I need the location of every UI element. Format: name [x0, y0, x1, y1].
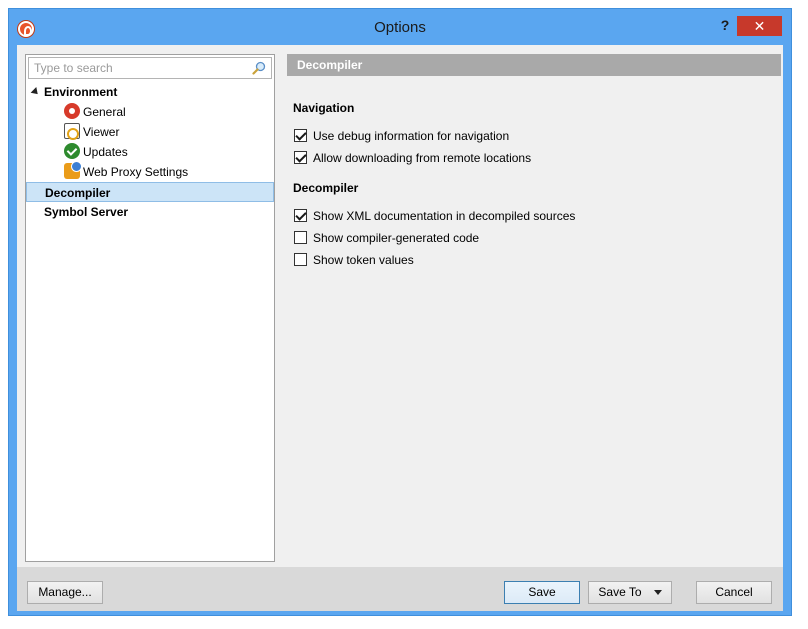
help-button[interactable]: ?: [715, 17, 735, 37]
show-token-values-option[interactable]: Show token values: [294, 252, 414, 268]
window-title: Options: [374, 19, 426, 36]
settings-panel: Decompiler Navigation Use debug informat…: [287, 54, 781, 562]
tree-node-label: Viewer: [83, 125, 120, 139]
search-box: [28, 57, 272, 79]
tree-node-decompiler[interactable]: Decompiler: [26, 182, 274, 202]
section-header: Decompiler: [287, 54, 781, 76]
use-debug-info-option[interactable]: Use debug information for navigation: [294, 128, 509, 144]
tree-node-web-proxy-settings[interactable]: Web Proxy Settings: [26, 161, 274, 182]
tree-node-symbol-server[interactable]: Symbol Server: [26, 202, 274, 222]
allow-remote-download-option[interactable]: Allow downloading from remote locations: [294, 150, 531, 166]
manage-button[interactable]: Manage...: [27, 581, 103, 604]
checkbox-label: Use debug information for navigation: [313, 129, 510, 143]
checkbox-label: Show token values: [313, 253, 414, 267]
general-settings-icon: [64, 103, 80, 119]
checkbox-label: Show compiler-generated code: [313, 231, 480, 245]
tree-node-label: Updates: [83, 145, 128, 159]
dialog-body: Environment General Viewer Updates Web P…: [17, 45, 783, 611]
viewer-icon: [64, 123, 80, 140]
show-xml-docs-option[interactable]: Show XML documentation in decompiled sou…: [294, 208, 575, 224]
decompiler-group-title: Decompiler: [293, 181, 359, 195]
close-button[interactable]: ✕: [737, 16, 782, 36]
updates-icon: [64, 143, 80, 159]
search-input[interactable]: [29, 58, 249, 78]
search-icon[interactable]: [252, 61, 266, 75]
tree-node-environment[interactable]: Environment: [26, 82, 274, 102]
options-tree-pane: Environment General Viewer Updates Web P…: [25, 54, 275, 562]
tree-node-viewer[interactable]: Viewer: [26, 122, 274, 142]
expand-triangle-icon[interactable]: [30, 87, 41, 97]
web-proxy-icon: [64, 161, 82, 179]
save-to-label: Save To: [598, 585, 642, 599]
save-button[interactable]: Save: [504, 581, 580, 604]
show-compiler-code-checkbox[interactable]: [294, 231, 307, 244]
allow-remote-download-checkbox[interactable]: [294, 151, 307, 164]
tree-node-label: Decompiler: [45, 186, 111, 200]
cancel-button[interactable]: Cancel: [696, 581, 772, 604]
navigation-group-title: Navigation: [293, 101, 355, 115]
checkbox-label: Show XML documentation in decompiled sou…: [313, 209, 576, 223]
tree-node-updates[interactable]: Updates: [26, 142, 274, 162]
tree-node-label: Symbol Server: [44, 205, 129, 219]
dropdown-arrow-icon[interactable]: [653, 590, 662, 595]
use-debug-info-checkbox[interactable]: [294, 129, 307, 142]
tree-node-label: Web Proxy Settings: [83, 165, 189, 179]
checkbox-label: Allow downloading from remote locations: [313, 151, 532, 165]
button-bar: Manage... Save Save To Cancel: [17, 567, 783, 611]
show-xml-docs-checkbox[interactable]: [294, 209, 307, 222]
tree-node-general[interactable]: General: [26, 102, 274, 122]
tree-node-label: Environment: [44, 85, 118, 99]
tree-node-label: General: [83, 105, 126, 119]
title-bar[interactable]: Options ? ✕: [9, 9, 791, 45]
show-compiler-code-option[interactable]: Show compiler-generated code: [294, 230, 479, 246]
show-token-values-checkbox[interactable]: [294, 253, 307, 266]
options-window: Options ? ✕ Environment General: [8, 8, 792, 616]
save-to-button[interactable]: Save To: [588, 581, 672, 604]
options-tree: Environment General Viewer Updates Web P…: [26, 82, 274, 222]
